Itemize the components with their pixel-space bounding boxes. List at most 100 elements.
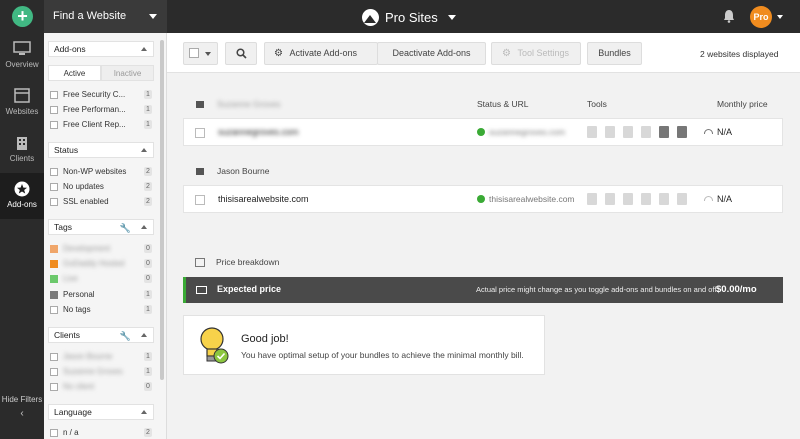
chevron-down-icon[interactable]	[777, 15, 783, 19]
filters-scrollbar[interactable]	[160, 40, 164, 380]
filter-item[interactable]: No updates 2	[50, 180, 154, 194]
tool-icon[interactable]	[659, 193, 669, 205]
tool-icon[interactable]	[587, 126, 597, 138]
table-row[interactable]: suzannegroves.com suzannegroves.com N/A	[183, 118, 783, 146]
row-checkbox[interactable]	[195, 128, 205, 138]
nav-addons[interactable]: Add-ons	[0, 173, 44, 219]
account-avatar[interactable]: Pro	[750, 6, 772, 28]
checkbox[interactable]	[50, 91, 58, 99]
brand-switcher[interactable]: Pro Sites	[362, 8, 456, 26]
nav-websites[interactable]: Websites	[0, 80, 44, 126]
nav-label: Websites	[5, 107, 39, 116]
site-url[interactable]: suzannegroves.com	[489, 127, 565, 137]
filter-label: Free Client Rep...	[63, 120, 126, 129]
nav-overview[interactable]: Overview	[0, 33, 44, 79]
tool-icon[interactable]	[641, 193, 651, 205]
tool-icon[interactable]	[677, 193, 687, 205]
site-url[interactable]: thisisarealwebsite.com	[489, 194, 575, 204]
filter-item[interactable]: Live 0	[50, 272, 154, 286]
section-title: Clients	[54, 330, 80, 340]
filter-item[interactable]: Development 0	[50, 242, 154, 256]
row-checkbox[interactable]	[195, 195, 205, 205]
checkbox[interactable]	[50, 368, 58, 376]
filter-item[interactable]: Personal 1	[50, 288, 154, 302]
table-row[interactable]: thisisarealwebsite.com thisisarealwebsit…	[183, 185, 783, 213]
chevron-down-icon	[205, 52, 211, 56]
deactivate-addons-button[interactable]: Deactivate Add-ons	[377, 42, 486, 65]
owner-name: Suzanne Groves	[217, 99, 281, 109]
filter-section-tags[interactable]: Tags 🔧	[48, 219, 154, 235]
filter-item[interactable]: SSL enabled 2	[50, 195, 154, 209]
hide-filters-button[interactable]: Hide Filters ‹	[0, 395, 44, 419]
filter-count: 1	[144, 352, 152, 361]
tool-icon[interactable]	[677, 126, 687, 138]
filter-item[interactable]: Free Client Rep... 1	[50, 118, 154, 132]
chevron-down-icon	[447, 14, 456, 20]
tag-swatch[interactable]	[50, 275, 58, 283]
filter-item[interactable]: Free Performan... 1	[50, 103, 154, 117]
good-job-message: You have optimal setup of your bundles t…	[241, 350, 524, 360]
search-button[interactable]	[225, 42, 257, 65]
filter-label: Jason Bourne	[63, 352, 113, 361]
checkbox[interactable]	[50, 353, 58, 361]
gauge-icon	[704, 196, 713, 201]
collapse-icon	[141, 47, 147, 51]
tool-icon[interactable]	[605, 126, 615, 138]
tool-icon[interactable]	[623, 126, 633, 138]
filter-item[interactable]: Non-WP websites 2	[50, 165, 154, 179]
checkbox[interactable]	[50, 168, 58, 176]
filter-count: 2	[144, 167, 152, 176]
filter-section-language[interactable]: Language	[48, 404, 154, 420]
bell-icon[interactable]	[723, 9, 735, 23]
tool-settings-button[interactable]: ⚙ Tool Settings	[491, 42, 581, 65]
filter-section-addons[interactable]: Add-ons	[48, 41, 154, 57]
section-title: Status	[54, 145, 79, 155]
filter-label: Free Performan...	[63, 105, 126, 114]
checkbox[interactable]	[50, 383, 58, 391]
checkbox[interactable]	[50, 198, 58, 206]
bundles-button[interactable]: Bundles	[587, 42, 642, 65]
filter-item[interactable]: GoDaddy Hosted 0	[50, 257, 154, 271]
checkbox[interactable]	[50, 429, 58, 437]
nav-clients[interactable]: Clients	[0, 127, 44, 173]
select-all-checkbox[interactable]	[189, 48, 199, 58]
checkbox[interactable]	[50, 121, 58, 129]
tab-inactive[interactable]: Inactive	[101, 65, 154, 81]
filter-count: 0	[144, 274, 152, 283]
filter-item[interactable]: n / a 2	[50, 426, 154, 439]
tool-icon[interactable]	[641, 126, 651, 138]
tool-icon[interactable]	[659, 126, 669, 138]
filter-section-clients[interactable]: Clients 🔧	[48, 327, 154, 343]
tool-icon[interactable]	[623, 193, 633, 205]
wrench-icon[interactable]: 🔧	[120, 221, 131, 235]
filter-count: 1	[144, 90, 152, 99]
checkbox[interactable]	[50, 306, 58, 314]
filter-item[interactable]: No tags 1	[50, 303, 154, 317]
filter-section-status[interactable]: Status	[48, 142, 154, 158]
filter-label: Development	[63, 244, 111, 253]
activate-addons-button[interactable]: ⚙ Activate Add-ons	[264, 42, 378, 65]
tab-active[interactable]: Active	[48, 65, 101, 81]
tag-swatch[interactable]	[50, 291, 58, 299]
owner-row: Suzanne Groves	[195, 99, 280, 109]
checkbox[interactable]	[50, 106, 58, 114]
filter-count: 2	[144, 197, 152, 206]
wrench-icon[interactable]: 🔧	[120, 329, 131, 343]
tag-swatch[interactable]	[50, 245, 58, 253]
checkbox[interactable]	[50, 183, 58, 191]
tools-group	[587, 126, 697, 139]
tool-icon[interactable]	[605, 193, 615, 205]
find-website-dropdown[interactable]: Find a Website	[44, 0, 167, 33]
filter-item[interactable]: Suzanne Groves 1	[50, 365, 154, 379]
add-website-button[interactable]: +	[12, 6, 33, 27]
addons-tabs: Active Inactive	[48, 65, 154, 81]
filter-item[interactable]: Free Security C... 1	[50, 88, 154, 102]
tool-icon[interactable]	[587, 193, 597, 205]
tag-swatch[interactable]	[50, 260, 58, 268]
filter-label: Personal	[63, 290, 95, 299]
site-name[interactable]: thisisarealwebsite.com	[218, 194, 309, 204]
nav-label: Clients	[9, 154, 35, 163]
site-name[interactable]: suzannegroves.com	[218, 127, 299, 137]
filter-item[interactable]: No client 0	[50, 380, 154, 394]
filter-item[interactable]: Jason Bourne 1	[50, 350, 154, 364]
